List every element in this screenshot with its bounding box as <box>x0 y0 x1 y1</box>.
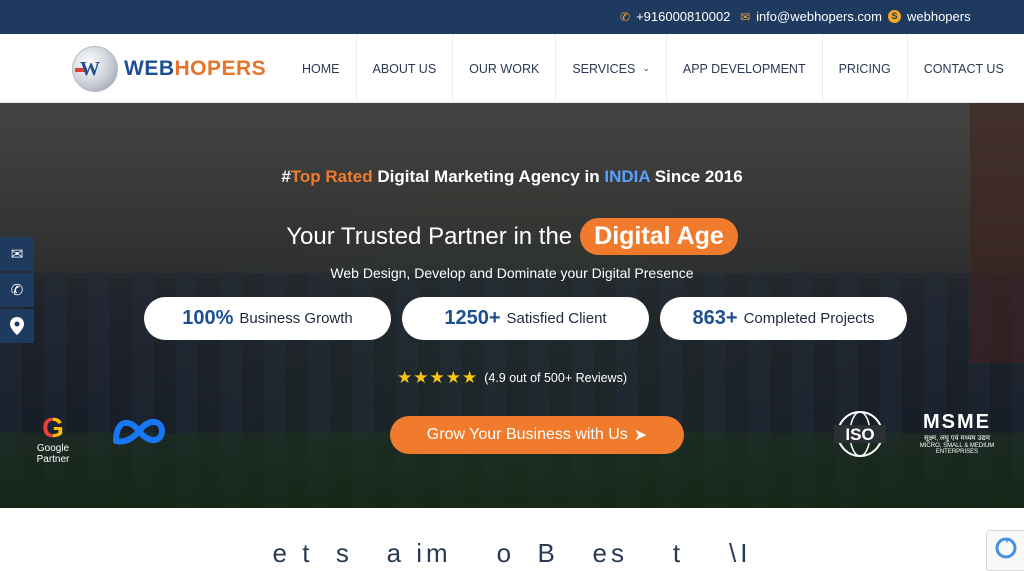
phone-icon: ✆ <box>10 282 24 299</box>
google-partner-badge: G Google Partner <box>20 413 86 466</box>
site-header: W WEBHOPERS HOME ABOUT US OUR WORK SERVI… <box>0 34 1024 103</box>
nav-about-us[interactable]: ABOUT US <box>357 34 454 103</box>
skype-handle: webhopers <box>907 9 971 24</box>
grow-business-button[interactable]: Grow Your Business with Us ➤ <box>390 416 684 454</box>
mail-icon: ✉ <box>10 246 24 263</box>
recaptcha-badge[interactable] <box>986 530 1024 571</box>
floating-contact-sidebar: ✉ ✆ <box>0 237 34 343</box>
topbar-email[interactable]: ✉ info@webhopers.com <box>740 9 882 24</box>
iso-logo-icon: ISO <box>834 411 886 457</box>
sidebar-mail-button[interactable]: ✉ <box>0 237 34 271</box>
hero-headline: Your Trusted Partner in the Digital Age <box>0 218 1024 255</box>
phone-number: +916000810002 <box>636 9 731 24</box>
hero-tagline: #Top Rated Digital Marketing Agency in I… <box>281 167 743 186</box>
main-nav: HOME ABOUT US OUR WORK SERVICES ⌄ APP DEV… <box>286 34 1020 103</box>
topbar-skype[interactable]: S webhopers <box>888 9 971 24</box>
nav-services[interactable]: SERVICES ⌄ <box>556 34 667 103</box>
send-icon: ➤ <box>633 427 648 444</box>
nav-home[interactable]: HOME <box>286 34 357 103</box>
location-icon <box>10 317 24 335</box>
hero-subline: Web Design, Develop and Dominate your Di… <box>330 265 694 281</box>
stat-business-growth: 100% Business Growth <box>144 297 391 340</box>
nav-app-development[interactable]: APP DEVELOPMENT <box>667 34 823 103</box>
nav-our-work[interactable]: OUR WORK <box>453 34 557 103</box>
stat-satisfied-client: 1250+ Satisfied Client <box>402 297 649 340</box>
next-section: e t s a im o B es t \I <box>0 508 1024 571</box>
globe-logo-icon: W <box>72 46 118 92</box>
sidebar-location-button[interactable] <box>0 309 34 343</box>
rating-row: ★★★★★ (4.9 out of 500+ Reviews) <box>0 368 1024 388</box>
chevron-down-icon: ⌄ <box>642 63 650 73</box>
site-logo[interactable]: W WEBHOPERS <box>72 46 266 92</box>
recaptcha-icon <box>995 537 1017 559</box>
phone-icon: ✆ <box>620 9 631 24</box>
logo-mark: W <box>80 58 100 80</box>
rating-text: (4.9 out of 500+ Reviews) <box>484 371 627 385</box>
headline-highlight-pill: Digital Age <box>580 218 738 255</box>
topbar-phone[interactable]: ✆ +916000810002 <box>620 9 730 24</box>
nav-contact-us[interactable]: CONTACT US <box>908 34 1020 103</box>
google-icon: G <box>20 413 86 443</box>
email-address: info@webhopers.com <box>756 9 882 24</box>
star-rating-icon: ★★★★★ <box>397 368 479 387</box>
meta-logo-icon <box>113 419 165 445</box>
mail-icon: ✉ <box>740 9 751 24</box>
nav-pricing[interactable]: PRICING <box>823 34 908 103</box>
animated-heading: e t s a im o B es t \I <box>272 538 752 568</box>
hero-section: #Top Rated Digital Marketing Agency in I… <box>0 103 1024 508</box>
sidebar-phone-button[interactable]: ✆ <box>0 273 34 307</box>
msme-logo: MSME सूक्ष्म, लघु एवं मध्यम उद्यम MICRO,… <box>919 411 995 455</box>
skype-icon: S <box>888 10 901 23</box>
logo-text: WEBHOPERS <box>124 57 267 80</box>
svg-text:ISO: ISO <box>845 425 874 444</box>
stat-completed-projects: 863+ Completed Projects <box>660 297 907 340</box>
top-contact-bar: ✆ +916000810002 ✉ info@webhopers.com S w… <box>0 0 1024 34</box>
stats-row: 100% Business Growth 1250+ Satisfied Clien… <box>144 297 907 340</box>
